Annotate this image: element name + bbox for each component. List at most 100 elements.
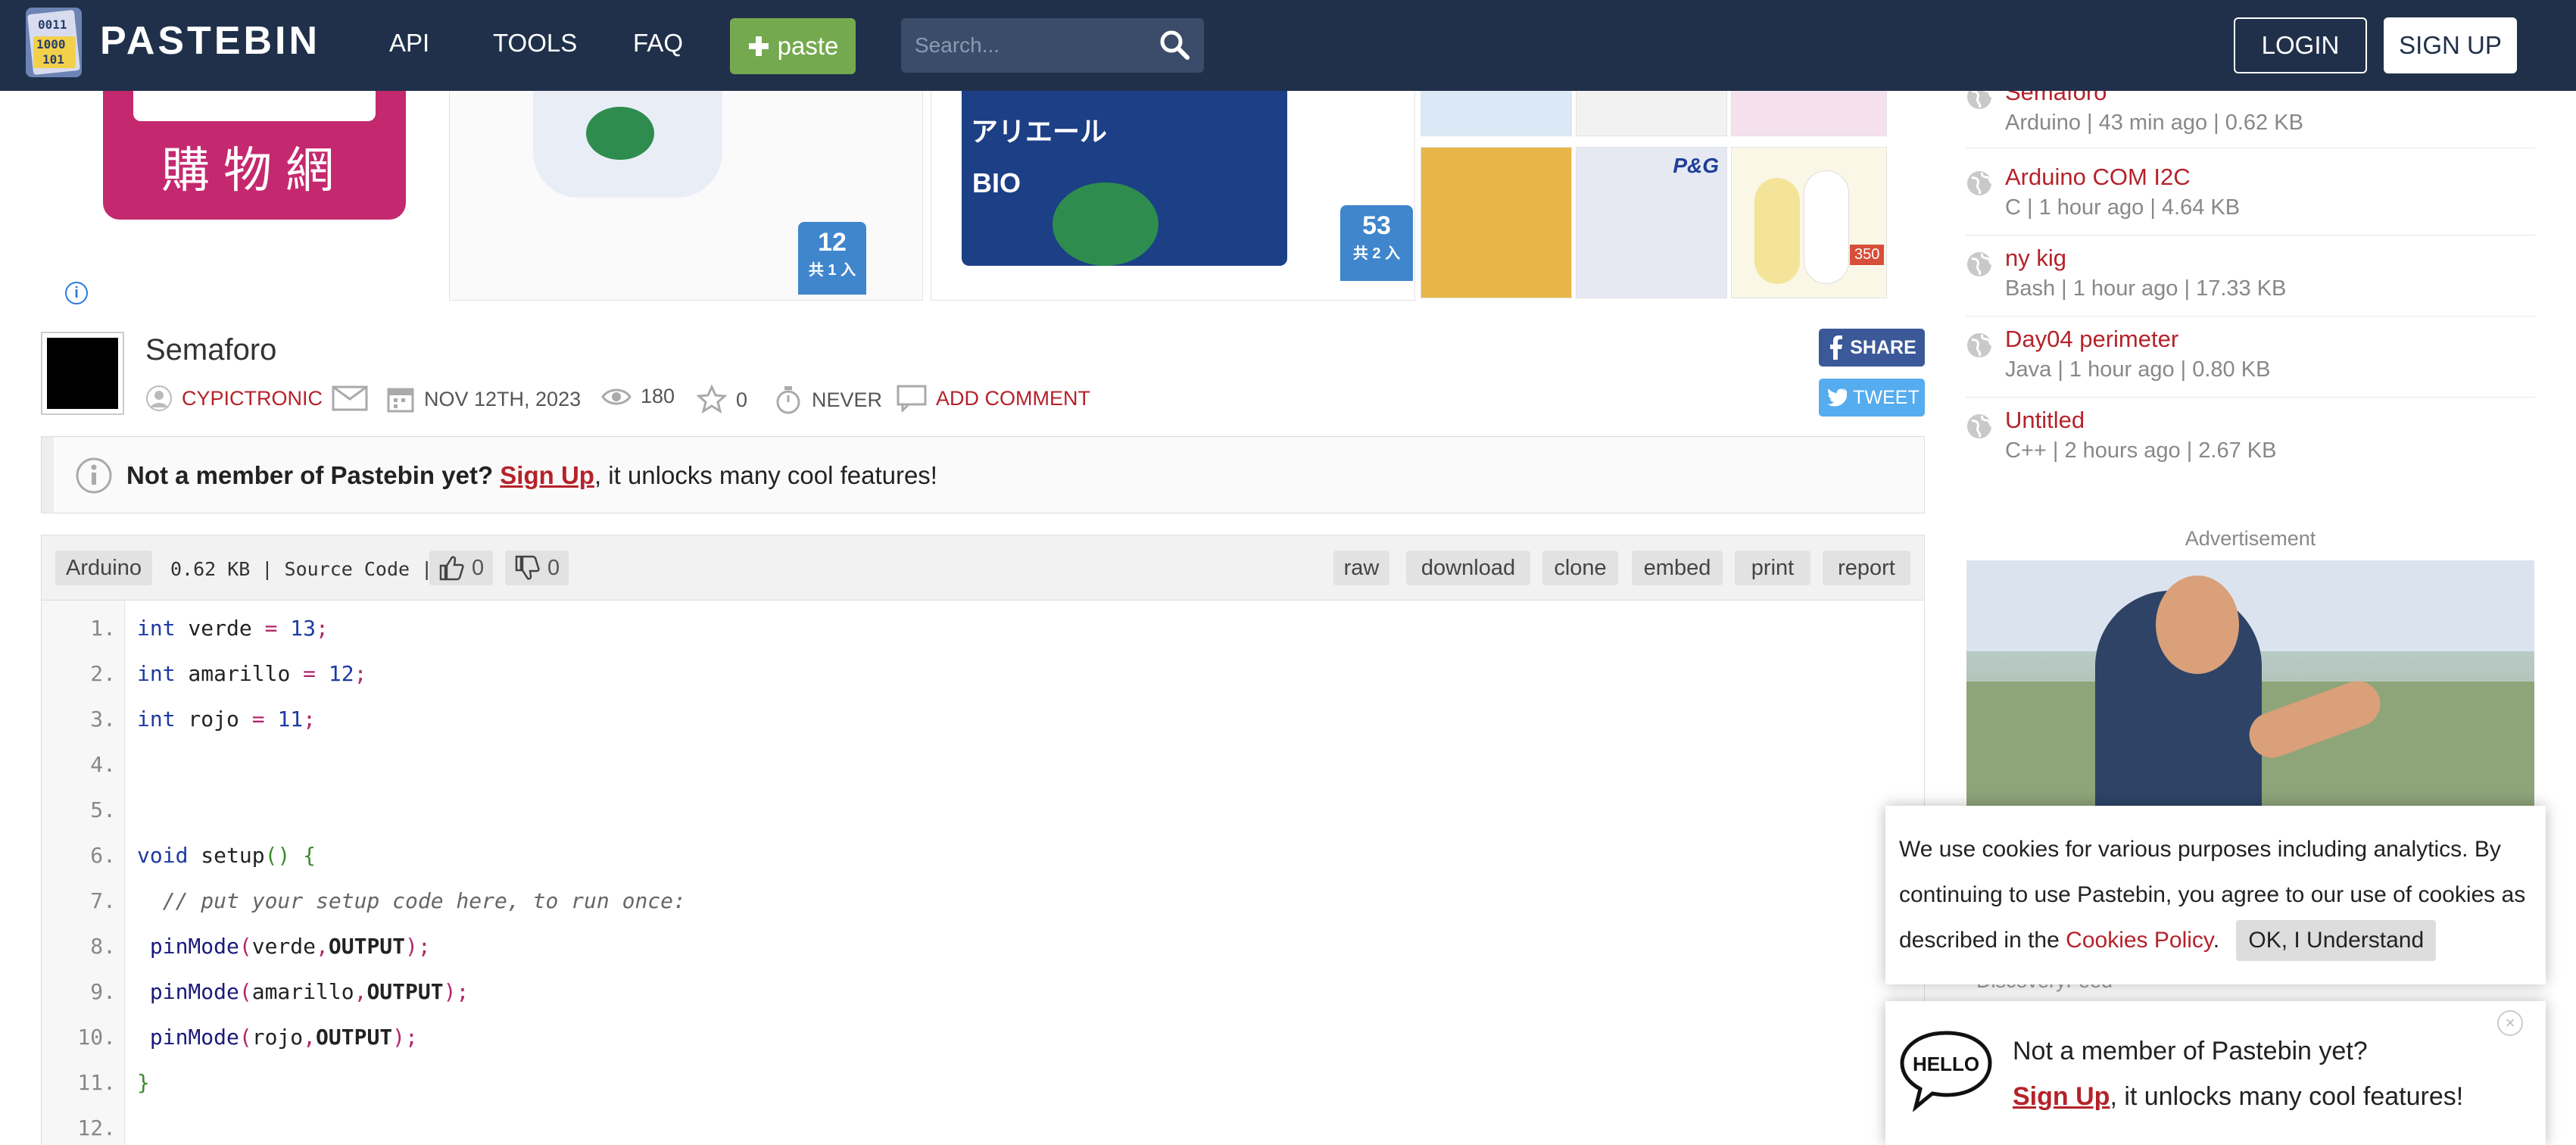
close-icon[interactable]: × [2497,1010,2523,1036]
code-token: int [137,616,176,641]
code-line: 9. pinMode(amarillo,OUTPUT); [42,970,1924,1016]
sidebar-paste-meta: Java | 1 hour ago | 0.80 KB [2005,357,2271,382]
cookies-policy-link[interactable]: Cookies Policy [2066,928,2213,953]
line-number: 9. [90,979,116,1004]
line-number: 8. [90,934,116,959]
sidebar-paste-item[interactable]: Day04 perimeter Java | 1 hour ago | 0.80… [1966,317,2535,398]
sidebar-paste-meta: Bash | 1 hour ago | 17.33 KB [2005,276,2287,301]
code-token: = [303,661,317,686]
embed-button[interactable]: embed [1632,551,1723,585]
search-placeholder: Search... [915,33,1000,57]
paste-author[interactable]: CYPICTRONIC [145,385,368,412]
sidebar-paste-title[interactable]: Untitled [2005,407,2085,434]
logo-icon-line-1: 0011 [38,17,67,32]
ad-tile-53-unit: 共 2 入 [1352,245,1401,262]
dislike-button[interactable]: 0 [505,551,569,585]
code-token: pinMode [137,934,239,959]
search-input[interactable]: Search... [901,18,1204,73]
code-token: int [137,707,176,732]
ad-tile-12: 12 [818,228,847,257]
cookie-accept-button[interactable]: OK, I Understand [2236,920,2437,961]
sidebar-paste-title[interactable]: Arduino COM I2C [2005,164,2191,191]
globe-icon [1967,171,1993,195]
code-listing[interactable]: 1. int verde = 13; 2. int amarillo = 12;… [42,607,1924,1145]
date-text: NOV 12TH, 2023 [424,387,582,410]
raw-button[interactable]: raw [1333,551,1389,585]
dislike-count: 0 [547,555,560,580]
stars-count: 0 [736,388,748,411]
code-line: 2. int amarillo = 12; [42,652,1924,697]
code-line: 7. // put your setup code here, to run o… [42,879,1924,925]
sidebar-ad-image[interactable] [1966,560,2534,806]
popup-text: Not a member of Pastebin yet? Sign Up, i… [2013,1028,2463,1119]
line-number: 2. [90,661,116,686]
code-token: } [137,1070,150,1095]
tweet-button[interactable]: TWEET [1819,379,1925,417]
download-button[interactable]: download [1406,551,1530,585]
language-tag[interactable]: Arduino [55,551,152,585]
add-comment-link[interactable]: ADD COMMENT [897,385,1090,412]
sidebar-paste-title[interactable]: Day04 perimeter [2005,326,2178,353]
logo-icon-line-2: 1000 [36,37,66,51]
line-number: 5. [90,797,116,822]
nav-faq[interactable]: FAQ [633,29,683,58]
report-button[interactable]: report [1823,551,1910,585]
line-number: 3. [90,707,116,732]
nav-api[interactable]: API [389,29,429,58]
author-name[interactable]: CYPICTRONIC [182,387,323,410]
code-token: , [303,1025,317,1050]
code-container: Arduino 0.62 KB | Source Code | 0 0 raw … [41,535,1925,1145]
avatar[interactable] [41,332,124,415]
code-line: 4. [42,743,1924,788]
top-navbar: 0011 1000 101 PASTEBIN API TOOLS FAQ pas… [0,0,2576,91]
popup-signup-link[interactable]: Sign Up [2013,1082,2110,1111]
share-facebook-button[interactable]: SHARE [1819,329,1925,367]
code-token: ; [316,616,329,641]
add-comment-label[interactable]: ADD COMMENT [936,387,1090,410]
paste-views: 180 [601,385,675,408]
notice-text: Not a member of Pastebin yet? Sign Up, i… [126,461,937,490]
logo-text[interactable]: PASTEBIN [100,18,320,64]
login-button[interactable]: LOGIN [2234,17,2367,73]
code-token: ( [239,979,252,1004]
info-icon [76,457,112,494]
stopwatch-icon [776,386,800,414]
user-icon [146,385,172,411]
thumbs-up-icon [439,556,464,581]
new-paste-button[interactable]: paste [730,18,856,74]
code-token: 12 [316,661,354,686]
code-token: ); [392,1025,418,1050]
sidebar-paste-item[interactable]: ny kig Bash | 1 hour ago | 17.33 KB [1966,236,2535,317]
message-icon[interactable] [332,385,368,411]
signup-notice: Not a member of Pastebin yet? Sign Up, i… [41,436,1925,513]
ad-product-panel-1: 12 共 1 入 [449,76,923,301]
code-line: 5. [42,788,1924,834]
code-token: rojo [251,1025,304,1050]
print-button[interactable]: print [1735,551,1810,585]
popup-lead: Not a member of Pastebin yet? [2013,1037,2368,1065]
tweet-label: TWEET [1853,386,1920,408]
globe-icon [1967,252,1993,276]
code-token: void [137,843,189,868]
ad-tile-pg-text: P&G [1673,154,1719,177]
paste-stars[interactable]: 0 [697,385,747,415]
sidebar-paste-title[interactable]: ny kig [2005,245,2066,272]
signup-button[interactable]: SIGN UP [2384,17,2517,73]
like-button[interactable]: 0 [429,551,494,585]
globe-icon [1967,414,1993,438]
notice-signup-link[interactable]: Sign Up [500,461,594,489]
code-token: OUTPUT [366,979,444,1004]
ad-info-icon[interactable]: i [65,282,88,304]
ad-tile-12-unit: 共 1 入 [808,262,856,279]
ad-banner[interactable]: 購物網 12 共 1 入 アリエール BIO 53 共 2 入 P&G 350 … [65,76,1905,304]
clone-button[interactable]: clone [1542,551,1618,585]
sidebar-paste-item[interactable]: Arduino COM I2C C | 1 hour ago | 4.64 KB [1966,154,2535,236]
expiration-text: NEVER [812,388,883,411]
pastebin-logo-icon[interactable]: 0011 1000 101 [23,6,85,79]
nav-tools[interactable]: TOOLS [493,29,577,58]
sidebar-paste-item[interactable]: Untitled C++ | 2 hours ago | 2.67 KB [1966,398,2535,479]
star-icon[interactable] [697,385,727,415]
code-token: ; [354,661,367,686]
code-token: OUTPUT [328,934,406,959]
search-icon[interactable] [1159,29,1190,61]
